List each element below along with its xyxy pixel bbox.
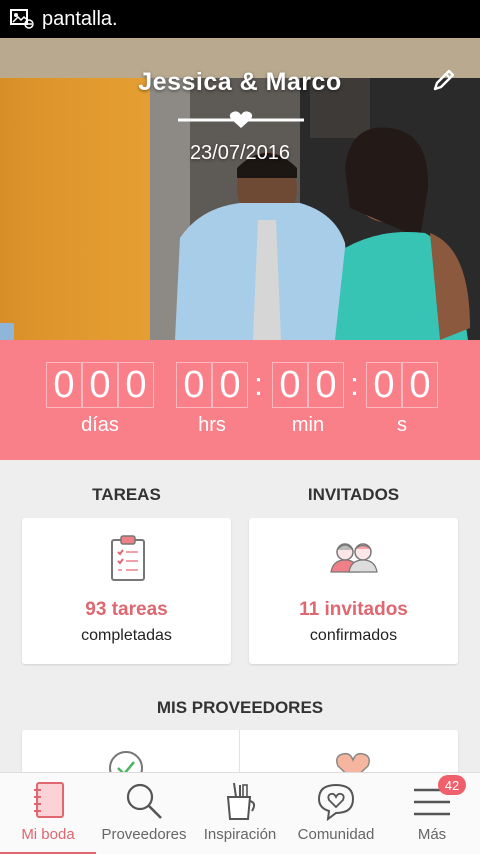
edit-pencil-icon[interactable] — [430, 66, 458, 94]
guests-caption: confirmados — [309, 627, 398, 644]
hours-label: hrs — [198, 414, 226, 436]
nav-mi-boda[interactable]: Mi boda — [0, 773, 96, 854]
digit: 0 — [176, 362, 212, 408]
nav-proveedores[interactable]: Proveedores — [96, 773, 192, 854]
vendors-section-title: MIS PROVEEDORES — [156, 698, 324, 717]
tasks-card[interactable]: 93 tareas completadas — [22, 518, 231, 664]
couple-photo-header: Jessica & Marco 23/07/2016 — [0, 38, 480, 340]
wedding-date: 23/07/2016 — [189, 142, 291, 164]
seconds-digits: 0 0 — [366, 362, 438, 408]
digit: 0 — [46, 362, 82, 408]
tasks-caption: completadas — [81, 627, 172, 644]
notebook-icon — [34, 782, 64, 818]
minutes-digits: 0 0 — [272, 362, 344, 408]
nav-inspiracion[interactable]: Inspiración — [192, 773, 288, 854]
hours-digits: 0 0 — [176, 362, 248, 408]
guests-card[interactable]: 11 invitados confirmados — [249, 518, 458, 664]
guests-couple-icon — [330, 543, 378, 573]
time-separator: : — [350, 366, 359, 402]
heart-divider — [178, 111, 304, 128]
tasks-count: 93 tareas — [85, 599, 168, 620]
bottom-navigation: Mi boda Proveedores Inspiración Comunida… — [0, 772, 480, 854]
digit: 0 — [272, 362, 308, 408]
clipboard-checklist-icon — [111, 535, 145, 581]
countdown-panel: 0 0 0 0 0 : 0 0 : 0 0 días hrs min s — [0, 340, 480, 460]
chat-heart-icon — [317, 783, 355, 821]
nav-label: Más — [417, 826, 447, 843]
image-notification-icon — [10, 9, 34, 29]
tasks-section-title: TAREAS — [92, 485, 161, 504]
digit: 0 — [308, 362, 344, 408]
digit: 0 — [402, 362, 438, 408]
nav-label: Comunidad — [297, 826, 375, 843]
nav-label: Mi boda — [21, 826, 75, 843]
digit: 0 — [212, 362, 248, 408]
minutes-label: min — [291, 414, 325, 436]
search-icon — [126, 783, 162, 819]
time-separator: : — [254, 366, 263, 402]
digit: 0 — [118, 362, 154, 408]
guests-section-title: INVITADOS — [307, 485, 400, 504]
nav-label: Proveedores — [101, 826, 187, 843]
days-digits: 0 0 0 — [46, 362, 154, 408]
seconds-label: s — [397, 414, 407, 436]
digit: 0 — [82, 362, 118, 408]
guests-count: 11 invitados — [299, 599, 408, 620]
inspiration-cup-icon — [226, 782, 256, 820]
nav-label: Inspiración — [203, 826, 277, 843]
status-bar: pantalla. — [0, 0, 480, 38]
notification-badge: 42 — [438, 775, 466, 795]
nav-comunidad[interactable]: Comunidad — [288, 773, 384, 854]
days-label: días — [81, 414, 119, 436]
couple-names: Jessica & Marco — [138, 68, 342, 96]
digit: 0 — [366, 362, 402, 408]
status-text: pantalla. — [42, 7, 118, 30]
